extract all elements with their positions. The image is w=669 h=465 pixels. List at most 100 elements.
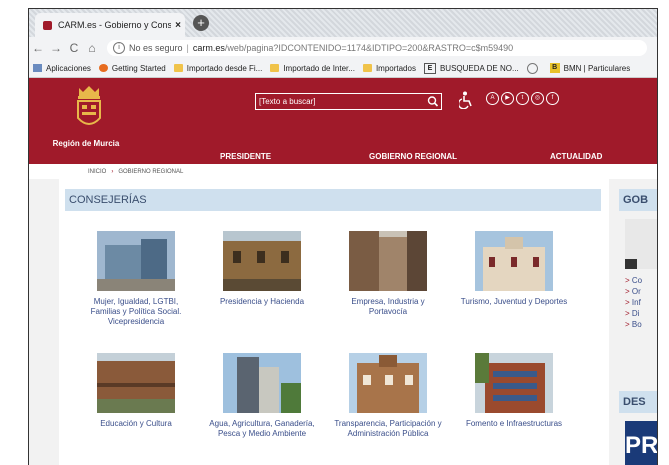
region-name[interactable]: Región de Murcia <box>31 139 141 148</box>
globe-icon <box>526 62 538 74</box>
breadcrumb-gobierno[interactable]: GOBIERNO REGIONAL <box>118 169 183 175</box>
bookmark-label: Importado de Inter... <box>283 63 355 73</box>
twitter-icon[interactable]: t <box>516 92 529 105</box>
breadcrumb-separator: › <box>111 169 114 175</box>
sidebar-link[interactable]: Di <box>625 308 657 319</box>
sidebar-link[interactable]: Bo <box>625 319 657 330</box>
back-icon[interactable]: ← <box>29 41 47 55</box>
info-icon[interactable]: i <box>113 42 125 54</box>
bookmark-busqueda[interactable]: E BUSQUEDA DE NO... <box>423 62 519 74</box>
consejeria-image[interactable] <box>349 231 427 291</box>
tab-title: CARM.es - Gobierno y Consejeri <box>58 20 171 30</box>
social-video-icon[interactable]: ▶ <box>501 92 514 105</box>
consejeria-label[interactable]: Educación y Cultura <box>81 419 191 429</box>
consejeria-label[interactable]: Turismo, Juventud y Deportes <box>459 297 569 307</box>
consejeria-image[interactable] <box>97 231 175 291</box>
region-crest-icon[interactable] <box>73 84 105 138</box>
sidebar-links: Co Or Inf Di Bo <box>625 275 657 330</box>
nav-gobierno-regional[interactable]: GOBIERNO REGIONAL <box>369 152 457 161</box>
bookmark-label: Importado desde Fi... <box>186 63 263 73</box>
reload-icon[interactable]: C <box>65 41 83 55</box>
consejeria-image[interactable] <box>223 353 301 413</box>
nav-presidente[interactable]: PRESIDENTE <box>220 152 271 161</box>
sidebar-link[interactable]: Or <box>625 286 657 297</box>
url-text: carm.es/web/pagina?IDCONTENIDO=1174&IDTI… <box>193 43 513 53</box>
breadcrumb: INICIO › GOBIERNO REGIONAL <box>88 169 183 175</box>
url-path: /web/pagina?IDCONTENIDO=1174&IDTIPO=200&… <box>224 43 514 53</box>
site-header: Región de Murcia [Texto a buscar] A ▶ t … <box>29 78 657 164</box>
consejeria-label[interactable]: Mujer, Igualdad, LGTBI, Familias y Polít… <box>81 297 191 327</box>
accessibility-icon[interactable] <box>459 91 473 109</box>
consejeria-image[interactable] <box>97 353 175 413</box>
consejeria-card[interactable]: Mujer, Igualdad, LGTBI, Familias y Polít… <box>81 231 191 327</box>
facebook-icon[interactable]: f <box>546 92 559 105</box>
close-tab-icon[interactable]: × <box>171 20 185 31</box>
bookmark-importados[interactable]: Importados <box>362 63 416 73</box>
social-a-icon[interactable]: A <box>486 92 499 105</box>
folder-icon <box>270 64 280 72</box>
consejeria-image[interactable] <box>223 231 301 291</box>
destacados-sidebar: DES PR <box>619 391 657 465</box>
consejeria-card[interactable]: Fomento e Infraestructuras <box>459 353 569 429</box>
sidebar-title: GOB <box>619 189 657 211</box>
consejeria-image[interactable] <box>475 231 553 291</box>
gobierno-sidebar: GOB Co Or Inf Di Bo <box>619 189 657 330</box>
bookmark-label: Importados <box>375 63 416 73</box>
consejeria-label[interactable]: Transparencia, Participación y Administr… <box>333 419 443 439</box>
breadcrumb-inicio[interactable]: INICIO <box>88 169 106 175</box>
nav-actualidad[interactable]: ACTUALIDAD <box>550 152 602 161</box>
consejeria-card[interactable]: Educación y Cultura <box>81 353 191 429</box>
social-links: A ▶ t ◎ f <box>486 92 561 105</box>
bookmark-label: Aplicaciones <box>46 63 91 73</box>
url-host: carm.es <box>192 43 225 53</box>
site-search[interactable]: [Texto a buscar] <box>255 93 442 110</box>
address-separator: | <box>186 43 189 53</box>
sidebar-image[interactable] <box>625 219 657 269</box>
forward-icon[interactable]: → <box>47 41 65 55</box>
consejeria-label[interactable]: Agua, Agricultura, Ganadería, Pesca y Me… <box>207 419 317 439</box>
carm-favicon-icon <box>43 20 52 30</box>
folder-icon <box>173 64 183 72</box>
section-title: CONSEJERÍAS <box>65 189 601 211</box>
browser-tab[interactable]: CARM.es - Gobierno y Consejeri × <box>35 13 185 37</box>
consejeria-label[interactable]: Fomento e Infraestructuras <box>459 419 569 429</box>
e-icon: E <box>423 62 436 74</box>
sidebar-link[interactable]: Inf <box>625 297 657 308</box>
apps-icon <box>33 64 42 72</box>
home-icon[interactable]: ⌂ <box>83 41 101 55</box>
consejeria-label[interactable]: Presidencia y Hacienda <box>207 297 317 307</box>
search-icon[interactable] <box>425 94 441 109</box>
bookmark-label: BUSQUEDA DE NO... <box>439 63 519 73</box>
sidebar-link[interactable]: Co <box>625 275 657 286</box>
security-label: No es seguro <box>129 43 183 53</box>
bookmark-globe[interactable] <box>526 62 542 74</box>
bookmark-label: BMN | Particulares <box>563 63 631 73</box>
bookmark-label: Getting Started <box>111 63 166 73</box>
consejeria-label[interactable]: Empresa, Industria y Portavocía <box>333 297 443 317</box>
bookmark-bmn[interactable]: B BMN | Particulares <box>549 63 631 73</box>
consejeria-card[interactable]: Turismo, Juventud y Deportes <box>459 231 569 307</box>
bookmark-importado-firefox[interactable]: Importado desde Fi... <box>173 63 263 73</box>
browser-window: CARM.es - Gobierno y Consejeri × + ← → C… <box>28 8 658 465</box>
new-tab-button[interactable]: + <box>193 15 209 31</box>
bookmarks-bar: Aplicaciones Getting Started Importado d… <box>29 59 657 78</box>
navigation-bar: ← → C ⌂ i No es seguro | carm.es/web/pag… <box>29 37 657 59</box>
consejeria-card[interactable]: Empresa, Industria y Portavocía <box>333 231 443 317</box>
consejeria-card[interactable]: Presidencia y Hacienda <box>207 231 317 307</box>
consejeria-card[interactable]: Transparencia, Participación y Administr… <box>333 353 443 439</box>
firefox-icon <box>98 64 108 72</box>
tab-strip: CARM.es - Gobierno y Consejeri × + <box>29 9 657 37</box>
bookmark-importado-internet[interactable]: Importado de Inter... <box>270 64 355 73</box>
consejeria-card[interactable]: Agua, Agricultura, Ganadería, Pesca y Me… <box>207 353 317 439</box>
address-bar[interactable]: i No es seguro | carm.es/web/pagina?IDCO… <box>107 40 647 56</box>
folder-icon <box>362 64 372 72</box>
main-content: CONSEJERÍAS Mujer, Igualdad, LGTBI, Fami… <box>29 179 657 465</box>
instagram-icon[interactable]: ◎ <box>531 92 544 105</box>
promo-banner[interactable]: PR <box>625 421 657 465</box>
search-input[interactable]: [Texto a buscar] <box>256 97 425 106</box>
consejeria-image[interactable] <box>349 353 427 413</box>
sidebar-title: DES <box>619 391 657 413</box>
bookmark-aplicaciones[interactable]: Aplicaciones <box>33 64 91 73</box>
bookmark-getting-started[interactable]: Getting Started <box>98 63 166 73</box>
consejeria-image[interactable] <box>475 353 553 413</box>
